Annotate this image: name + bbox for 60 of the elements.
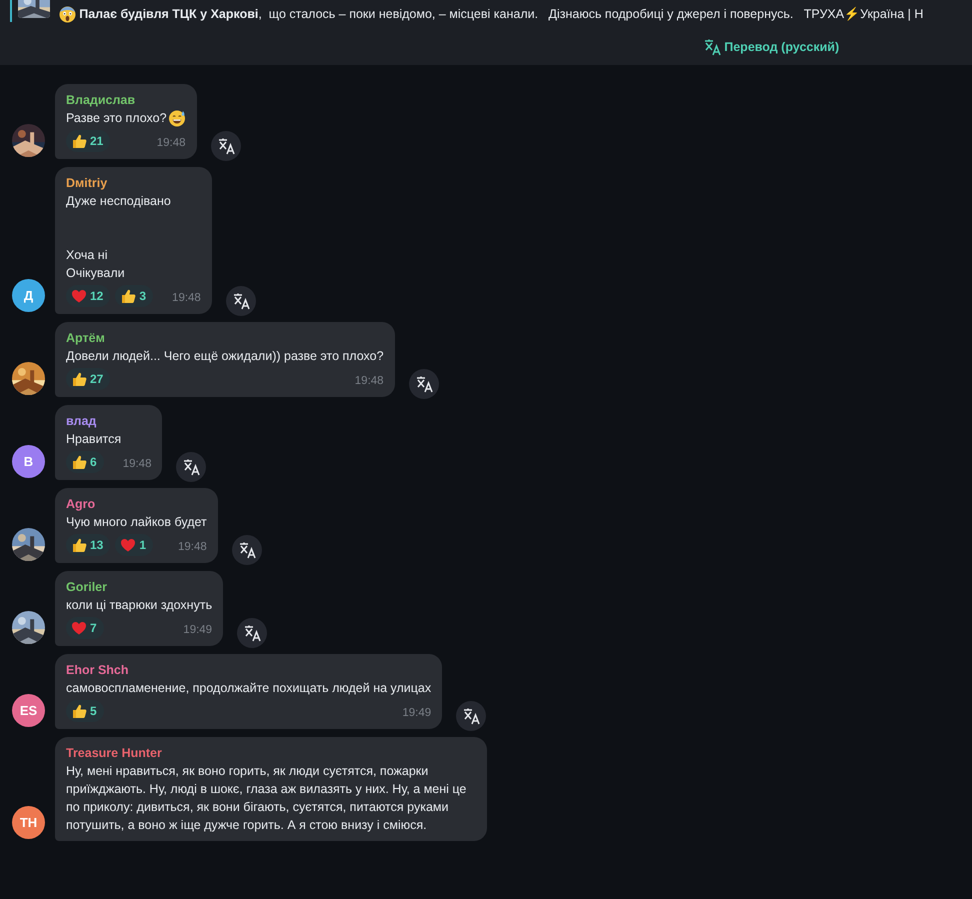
translate-icon (238, 541, 256, 559)
thumbs-up-icon (71, 703, 87, 719)
sender-name[interactable]: Agro (66, 496, 207, 513)
translate-icon (182, 458, 200, 476)
thumbs-up-icon (71, 371, 87, 387)
translate-icon (414, 375, 433, 393)
sender-name[interactable]: Артём (66, 330, 384, 347)
thumbs-up-icon (71, 454, 87, 470)
translate-button[interactable] (232, 535, 262, 565)
sender-name[interactable]: Ehor Shch (66, 662, 432, 679)
translate-icon (232, 292, 250, 310)
reaction-button[interactable]: 3 (115, 285, 154, 307)
thumbs-up-icon (120, 288, 136, 304)
reaction-button[interactable]: 13 (66, 534, 110, 556)
translate-link[interactable]: Перевод (русский) (703, 38, 840, 57)
smiling-face-icon (168, 109, 186, 127)
heart-icon (71, 620, 87, 636)
pinned-message-text: Палає будівля ТЦК у Харкові, що сталось – поки невідомо, – місцеві канали. Дізнаюсь подробиці у джерел і повернусь. ТРУХА⚡Україна | Н (79, 6, 924, 23)
sender-name[interactable]: Treasure Hunter (66, 745, 476, 762)
translate-icon (703, 38, 721, 56)
reaction-button[interactable]: 6 (66, 451, 104, 473)
translate-button[interactable] (456, 701, 486, 731)
message-time: 19:48 (122, 456, 152, 472)
translate-button[interactable] (408, 369, 439, 399)
sender-name[interactable]: влад (66, 413, 152, 430)
message-time: 19:48 (176, 540, 207, 555)
message-time: 19:48 (354, 374, 384, 389)
message-text: коли ці тварюки здохнуть (66, 597, 212, 614)
message-text: самовоспламенение, продолжайте похищать людей на улицах (66, 680, 432, 697)
reaction-button[interactable]: 7 (66, 617, 104, 639)
message-time: 19:48 (156, 136, 186, 151)
message-text: Ну, мені нравиться, як воно горить, як люди суєтятся, пожарки приїжджають. Ну, люді в шокє, глаза аж вилазять у них. Ну, а мені це по приколу: дивиться, як вони бігають, суєтятся, питаются руками потушить, а воно ж іще дужче горить. А я стою внизу і сміюся. (66, 763, 468, 834)
message-text: Дуже несподівано Хоча ні Очікували (66, 193, 171, 282)
heart-icon (71, 288, 87, 304)
translate-button[interactable] (210, 131, 241, 161)
message-time: 19:49 (401, 706, 432, 721)
reaction-button[interactable]: 5 (66, 700, 104, 722)
translate-button[interactable] (226, 286, 256, 316)
reaction-button[interactable]: 1 (115, 534, 154, 556)
sender-name[interactable]: Goriler (66, 579, 212, 596)
message-text: Разве это плохо? (66, 110, 167, 127)
message-text: Нравится (66, 431, 122, 448)
heart-icon (120, 537, 136, 553)
translate-icon (243, 624, 262, 642)
reaction-button[interactable]: 27 (66, 368, 110, 390)
translate-button[interactable] (237, 618, 268, 648)
sender-name[interactable]: Владислав (66, 92, 186, 109)
message-text: Довели людей... Чего ещё ожидали)) разве это плохо? (66, 348, 384, 365)
message-text: Чую много лайков будет (66, 514, 207, 531)
screaming-face-icon (59, 6, 76, 23)
sender-name[interactable]: Dмitriy (66, 175, 201, 192)
translate-icon (462, 707, 480, 725)
translate-button[interactable] (176, 452, 206, 482)
message-time: 19:49 (182, 622, 212, 638)
reaction-button[interactable]: 21 (66, 130, 110, 152)
thumbs-up-icon (71, 133, 87, 149)
translate-icon (216, 137, 235, 155)
message-time: 19:48 (171, 290, 201, 306)
reaction-button[interactable]: 12 (66, 285, 110, 307)
thumbs-up-icon (71, 537, 87, 553)
